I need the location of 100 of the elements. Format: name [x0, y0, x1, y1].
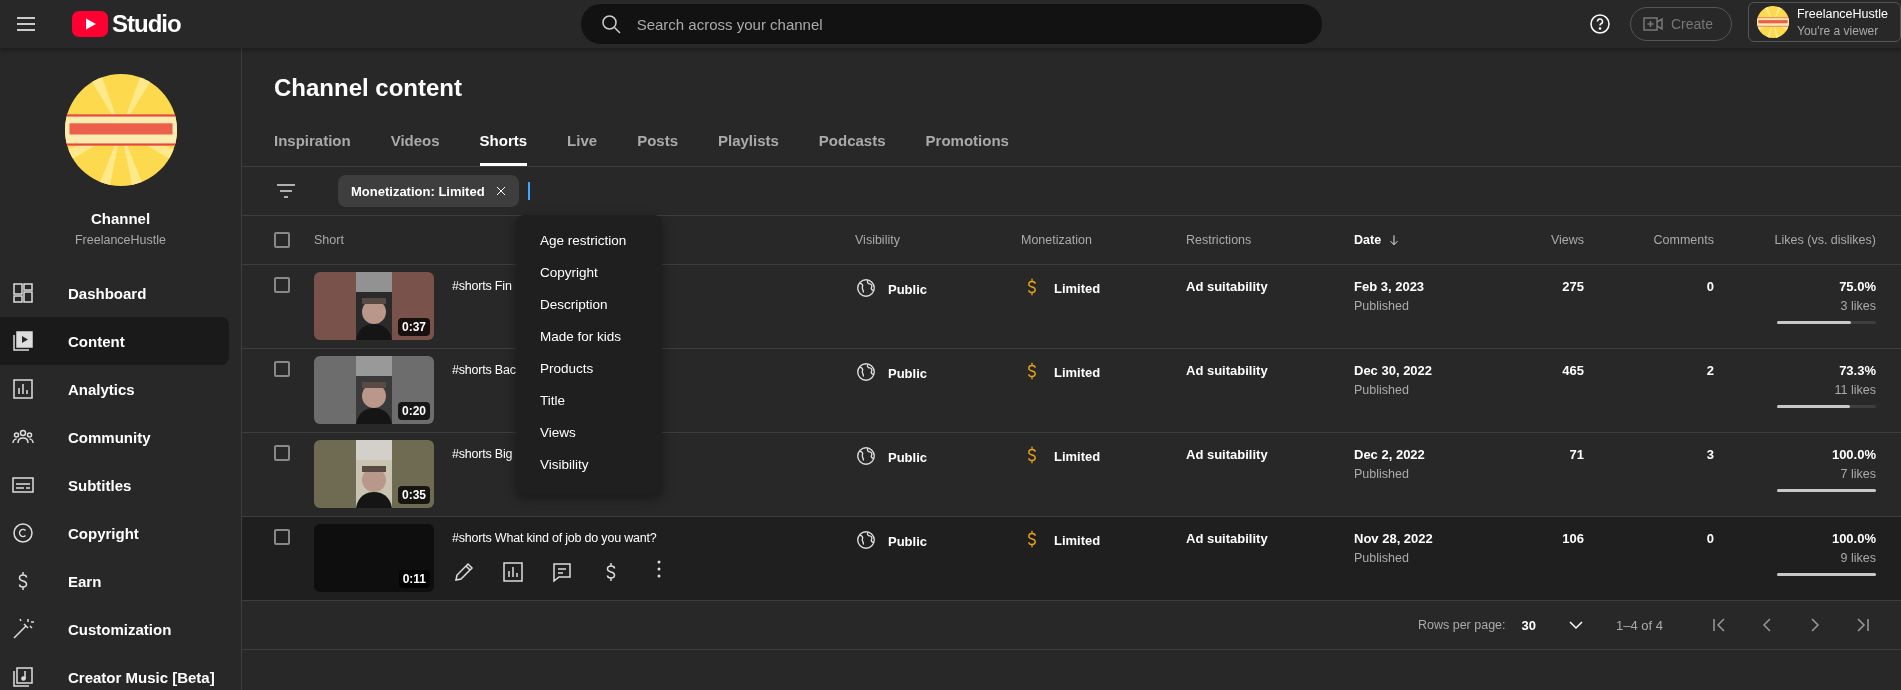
visibility-text: Public [888, 281, 927, 297]
restriction-text: Ad suitability [1186, 363, 1268, 378]
page-title: Channel content [273, 73, 463, 103]
row-checkbox[interactable] [274, 529, 290, 545]
filter-chip[interactable]: Monetization: Limited [338, 175, 519, 207]
play-library-icon [11, 329, 35, 353]
likes-percentage: 75.0% [1839, 279, 1876, 294]
likes-percentage: 100.0% [1831, 531, 1876, 546]
comments-button[interactable] [550, 560, 574, 584]
sidebar-item[interactable]: Earn [0, 557, 229, 605]
column-header[interactable]: Date [1354, 233, 1382, 247]
bar-chart-icon [11, 377, 35, 401]
tab[interactable]: Live [567, 118, 598, 166]
restriction-text: Ad suitability [1186, 531, 1268, 546]
menu-item[interactable]: Made for kids [516, 320, 662, 352]
monetization-text: Limited [1054, 281, 1101, 296]
analytics-button[interactable] [501, 560, 525, 584]
edit-button[interactable] [452, 560, 476, 584]
column-header[interactable]: Likes (vs. dislikes) [1774, 233, 1876, 247]
date-text: Dec 2, 2022 [1354, 447, 1426, 462]
dashboard-icon [11, 281, 35, 305]
more-icon [657, 560, 661, 578]
pencil-icon [452, 560, 476, 584]
status-text: Published [1354, 467, 1410, 481]
channel-label: Channel [90, 210, 151, 227]
copyright-icon [11, 521, 35, 545]
tab[interactable]: Posts [637, 118, 678, 166]
globe-icon [855, 361, 877, 383]
views-count: 71 [1569, 447, 1584, 462]
tab[interactable]: Inspiration [274, 118, 351, 166]
likes-percentage: 100.0% [1831, 447, 1876, 462]
date-text: Feb 3, 2023 [1354, 279, 1426, 294]
visibility-text: Public [888, 533, 927, 549]
video-title[interactable]: #shorts What kind of job do you want? [452, 531, 670, 545]
rows-per-page-label: Rows per page: [1417, 618, 1506, 632]
menu-item[interactable]: Age restriction [516, 224, 662, 256]
search-field[interactable]: Search across your channel [580, 4, 1322, 44]
logo-text: Studio [112, 10, 181, 38]
visibility-text: Public [888, 365, 927, 381]
tab[interactable]: Promotions [925, 118, 1009, 166]
help-icon [1587, 12, 1612, 36]
row-checkbox[interactable] [274, 277, 290, 293]
status-text: Published [1354, 551, 1410, 565]
tab[interactable]: Playlists [718, 118, 779, 166]
globe-icon [855, 445, 877, 467]
sidebar-item[interactable]: Copyright [0, 509, 229, 557]
views-count: 465 [1562, 363, 1584, 378]
text-cursor [527, 182, 530, 200]
menu-item[interactable]: Visibility [516, 448, 662, 480]
video-title[interactable]: #shorts Bac [452, 363, 516, 377]
menu-item[interactable]: Products [516, 352, 662, 384]
account-name: FreelanceHustle [1797, 6, 1888, 21]
page-range: 1–4 of 4 [1616, 617, 1663, 633]
comments-count: 3 [1706, 447, 1714, 462]
select-all-checkbox[interactable] [274, 232, 290, 248]
column-header[interactable]: Views [1550, 233, 1584, 247]
duration-badge: 0:35 [397, 486, 430, 504]
sidebar-item[interactable]: Content [0, 317, 229, 365]
play-logo-icon [72, 11, 108, 37]
globe-icon [855, 529, 877, 551]
date-text: Dec 30, 2022 [1354, 363, 1434, 378]
monetization-text: Limited [1054, 533, 1101, 548]
column-header[interactable]: Restrictions [1186, 233, 1252, 247]
comments-count: 0 [1706, 279, 1714, 294]
channel-handle: FreelanceHustle [75, 233, 166, 247]
likes-count: 7 likes [1840, 467, 1876, 481]
account-card[interactable]: FreelanceHustle You're a viewer [1748, 2, 1901, 42]
duration-badge: 0:37 [397, 318, 430, 336]
restriction-text: Ad suitability [1186, 279, 1268, 294]
visibility-text: Public [888, 449, 927, 465]
column-header[interactable]: Monetization [1021, 233, 1092, 247]
video-title[interactable]: #shorts Big [452, 447, 513, 461]
sidebar-item[interactable]: Analytics [0, 365, 229, 413]
date-text: Nov 28, 2022 [1354, 531, 1434, 546]
sidebar-item[interactable]: Creator Music [Beta] [0, 653, 229, 690]
bar-chart-icon [501, 560, 525, 584]
globe-icon [855, 277, 877, 299]
duration-badge: 0:20 [397, 402, 430, 420]
tab[interactable]: Shorts [479, 118, 528, 166]
sidebar-item[interactable]: Community [0, 413, 229, 461]
comments-count: 0 [1706, 531, 1714, 546]
column-header[interactable]: Short [314, 233, 344, 247]
column-header[interactable]: Visibility [855, 233, 900, 247]
sidebar-item[interactable]: Subtitles [0, 461, 229, 509]
column-header[interactable]: Comments [1653, 233, 1714, 247]
row-checkbox[interactable] [274, 445, 290, 461]
video-title[interactable]: #shorts Fin [452, 279, 512, 293]
likes-percentage: 73.3% [1839, 363, 1876, 378]
rows-per-page-value[interactable]: 30 [1521, 617, 1536, 633]
restriction-text: Ad suitability [1186, 447, 1268, 462]
menu-item[interactable]: Description [516, 288, 662, 320]
duration-badge: 0:11 [398, 570, 430, 588]
tab[interactable]: Podcasts [818, 118, 886, 166]
sidebar-item[interactable]: Dashboard [0, 269, 229, 317]
tab[interactable]: Videos [390, 118, 440, 166]
menu-item[interactable]: Title [516, 384, 662, 416]
row-checkbox[interactable] [274, 361, 290, 377]
likes-count: 3 likes [1840, 299, 1876, 313]
sidebar-item[interactable]: Customization [0, 605, 229, 653]
table-row[interactable]: 0:11 #shorts What kind of job do you want? Public Limited Ad suitability Nov 28, 2022 Published 106 0 100.0% 9 likes [242, 517, 1901, 601]
